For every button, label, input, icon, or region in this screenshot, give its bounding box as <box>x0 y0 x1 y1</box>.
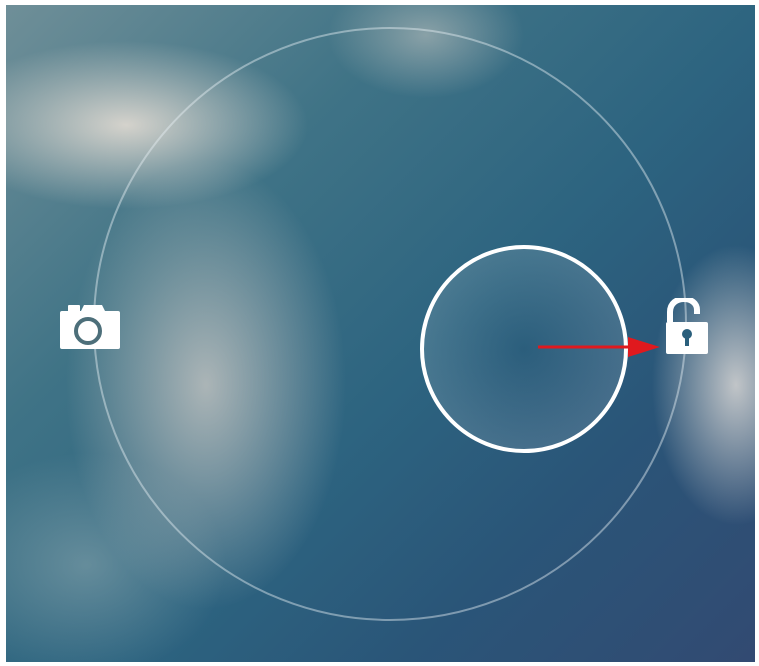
camera-shortcut[interactable] <box>58 301 122 351</box>
unlock-shortcut[interactable] <box>662 295 712 356</box>
unlock-icon <box>666 295 708 354</box>
lockscreen-wallpaper <box>6 5 755 662</box>
unlock-handle[interactable] <box>420 245 628 453</box>
camera-icon <box>60 305 120 349</box>
